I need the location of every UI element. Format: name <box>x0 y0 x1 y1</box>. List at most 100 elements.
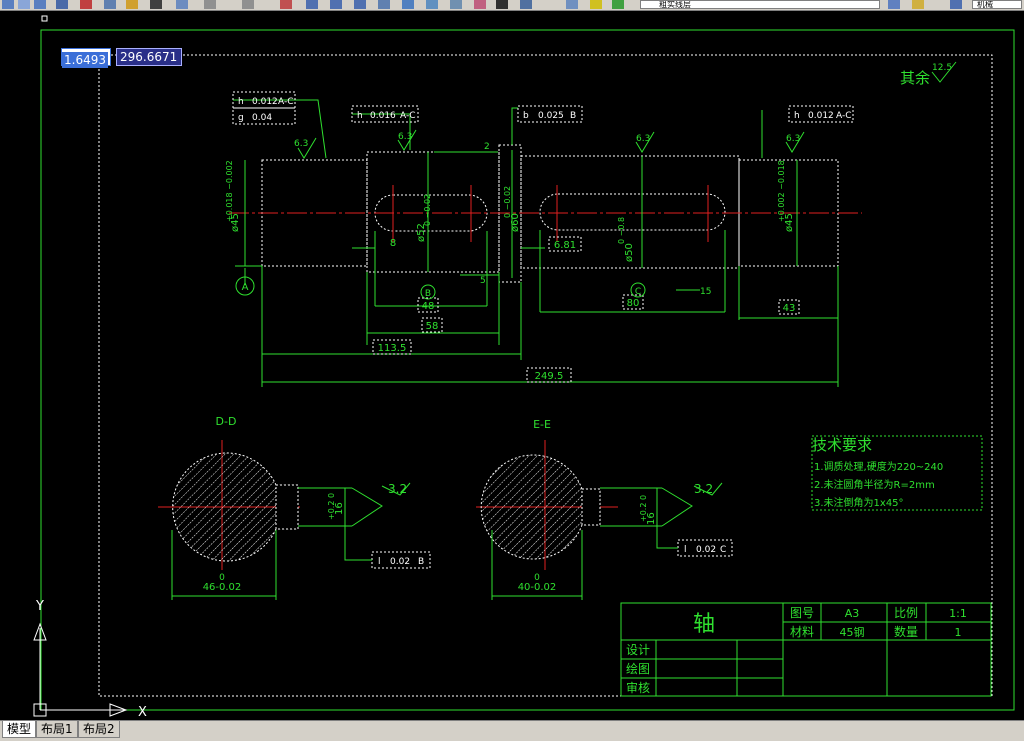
paste-icon[interactable] <box>126 0 138 9</box>
cad-drawing: 轴 其余 12.5 6.3 6.3 6.3 6.3 3.2 3.2 A B C … <box>33 15 1015 720</box>
brush-icon[interactable] <box>150 0 162 9</box>
tb-drawing-no: A3 <box>845 607 860 620</box>
sec-d-width: 46-0.02 <box>203 582 242 593</box>
tech-title: 技术要求 <box>812 436 872 454</box>
zoom-previous-icon[interactable] <box>354 0 366 9</box>
redo-icon[interactable] <box>204 0 216 9</box>
dim-58: 58 <box>426 321 439 332</box>
tb-scale: 1:1 <box>949 607 967 620</box>
ucs-y-label: Y <box>35 599 44 614</box>
dim-d50: ø50 <box>624 243 635 262</box>
tb-material-label: 材料 <box>790 625 814 639</box>
tb-design: 设计 <box>626 643 650 657</box>
save-icon[interactable] <box>34 0 46 9</box>
tol2-ref: A-C <box>400 111 416 121</box>
layer-select[interactable]: 粗实线层 <box>640 0 880 9</box>
tb-material: 45钢 <box>840 626 865 639</box>
tb-qty: 1 <box>955 626 962 639</box>
print-icon[interactable] <box>56 0 68 9</box>
coordinate-x-value: 1.6493 <box>62 52 108 68</box>
section-d <box>171 452 383 600</box>
roughness-6-3-a: 6.3 <box>294 139 308 149</box>
tb-check: 审核 <box>626 680 650 695</box>
open-icon[interactable] <box>18 0 30 9</box>
tab-layout2[interactable]: 布局2 <box>78 721 120 738</box>
section-e <box>480 454 693 600</box>
tol1-r1-ref: A-C <box>278 97 294 107</box>
dim-43: 43 <box>783 303 796 314</box>
tol5-ref: B <box>418 557 424 567</box>
layer-manager-icon[interactable] <box>566 0 578 9</box>
style-select-value: 机械 <box>977 0 993 9</box>
tb-drawing-no-label: 图号 <box>790 606 814 620</box>
make-current-icon[interactable] <box>912 0 924 9</box>
dim-d60-tol: 0 −0.02 <box>503 186 512 218</box>
zoom-realtime-icon[interactable] <box>306 0 318 9</box>
zoom-window-icon[interactable] <box>330 0 342 9</box>
help-icon[interactable] <box>520 0 532 9</box>
sec-d-depth-tol: +0.2 0 <box>327 493 336 520</box>
datum-a: A <box>242 282 249 293</box>
markup-icon[interactable] <box>474 0 486 9</box>
new-icon[interactable] <box>2 0 14 9</box>
layer-state-icon[interactable] <box>612 0 624 9</box>
bulb-icon[interactable] <box>590 0 602 9</box>
drawing-canvas[interactable]: 轴 其余 12.5 6.3 6.3 6.3 6.3 3.2 3.2 A B C … <box>0 10 1024 720</box>
roughness-rest: 12.5 <box>932 63 952 73</box>
sec-e-depth-tol: +0.2 0 <box>639 495 648 522</box>
tab-layout1[interactable]: 布局1 <box>36 721 78 738</box>
tol4-ref: A-C <box>836 111 852 121</box>
copy-icon[interactable] <box>104 0 116 9</box>
pan-icon[interactable] <box>280 0 292 9</box>
tech-item-3: 3.未注倒角为1x45° <box>814 496 904 509</box>
datum-c: C <box>635 287 641 297</box>
properties-icon[interactable] <box>378 0 390 9</box>
dim-249-5: 249.5 <box>535 371 564 382</box>
roughness-symbols <box>297 61 957 496</box>
dim-d45-left-tol: +0.018 −0.002 <box>225 160 234 222</box>
cut-icon[interactable] <box>80 0 92 9</box>
text-style-icon[interactable] <box>950 0 962 9</box>
dim-15: 15 <box>700 287 711 297</box>
tol5-val: 0.02 <box>390 557 410 567</box>
coordinate-y-input[interactable]: 296.6671 <box>116 48 182 66</box>
tool-palette-icon[interactable] <box>426 0 438 9</box>
tol5-sym: l <box>378 557 381 567</box>
tol3-val: 0.025 <box>538 111 564 121</box>
tol1-r1-val: 0.012 <box>252 97 278 107</box>
surface-rest-label: 其余 <box>900 69 930 87</box>
drawing-title: 轴 <box>693 612 715 637</box>
tol1-r2-sym: g <box>238 113 244 123</box>
roughness-6-3-c: 6.3 <box>636 134 650 144</box>
tol3-sym: b <box>523 111 529 121</box>
coordinate-x-input[interactable]: 1.6493 <box>61 48 111 68</box>
roughness-3-2-e: 3.2 <box>694 482 713 496</box>
style-select[interactable]: 机械 <box>972 0 1022 9</box>
roughness-3-2-d: 3.2 <box>388 482 407 496</box>
design-center-icon[interactable] <box>402 0 414 9</box>
dim-8: 8 <box>390 238 396 249</box>
layer-previous-icon[interactable] <box>888 0 900 9</box>
tol6-val: 0.02 <box>696 545 716 555</box>
undo-icon[interactable] <box>176 0 188 9</box>
dim-d45-right-tol: +0.002 −0.018 <box>777 160 786 222</box>
tb-qty-label: 数量 <box>894 624 918 639</box>
tb-drawn: 绘图 <box>626 661 650 676</box>
layout-tabs: 模型 布局1 布局2 <box>0 720 1024 741</box>
dim-6-81: 6.81 <box>554 240 576 251</box>
tech-item-1: 1.调质处理,硬度为220~240 <box>814 460 943 473</box>
ucs-icon <box>33 622 128 717</box>
datum-symbols <box>235 276 646 300</box>
tech-item-2: 2.未注圆角半径为R=2mm <box>814 478 935 491</box>
tol6-ref: C <box>720 545 726 555</box>
dim-80: 80 <box>627 298 640 309</box>
roughness-6-3-d: 6.3 <box>786 134 800 144</box>
calculator-icon[interactable] <box>496 0 508 9</box>
tb-scale-label: 比例 <box>894 606 918 620</box>
arrow-icon[interactable] <box>242 0 254 9</box>
dim-d52-tol: 0 −0.02 <box>423 194 432 226</box>
tol1-r1-sym: h <box>238 97 244 107</box>
grip-marker <box>41 15 48 22</box>
sheet-set-icon[interactable] <box>450 0 462 9</box>
tab-model[interactable]: 模型 <box>2 721 37 738</box>
